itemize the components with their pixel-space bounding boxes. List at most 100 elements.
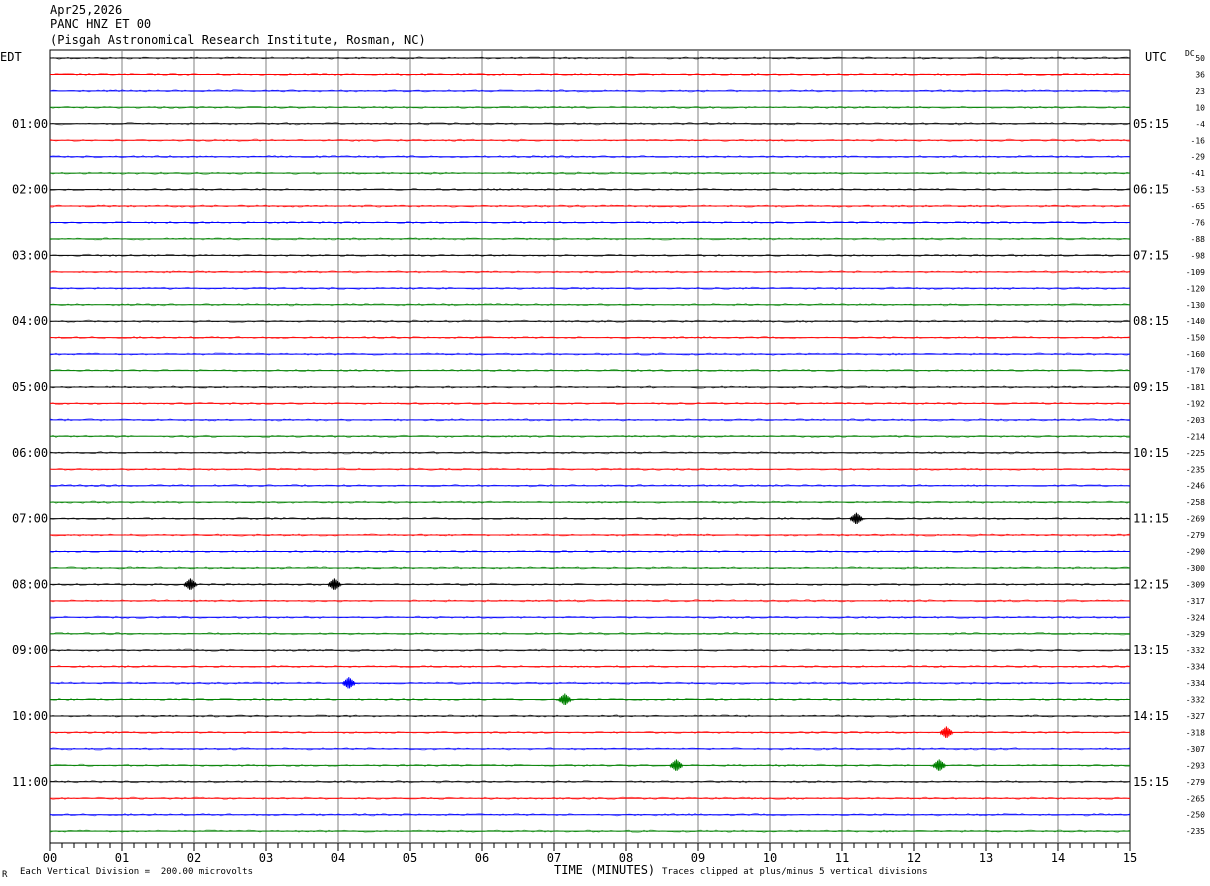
edt-hour-label: 04:00 [12, 314, 48, 328]
utc-hour-label: 13:15 [1133, 643, 1169, 657]
dc-offset-label: -265 [1186, 794, 1205, 803]
dc-offset-label: -279 [1186, 778, 1205, 787]
dc-offset-label: -98 [1191, 251, 1206, 260]
x-tick-label: 06 [475, 851, 489, 865]
x-tick-label: 05 [403, 851, 417, 865]
utc-hour-label: 08:15 [1133, 314, 1169, 328]
seismic-event [669, 759, 684, 771]
dc-offset-label: -29 [1191, 153, 1206, 162]
x-tick-label: 10 [763, 851, 777, 865]
dc-offset-label: -300 [1186, 564, 1205, 573]
utc-hour-label: 07:15 [1133, 248, 1169, 262]
dc-offset-label: 50 [1195, 54, 1205, 63]
seismic-event [557, 693, 572, 705]
x-tick-label: 09 [691, 851, 705, 865]
seismogram-chart: EDT UTC DC 01:00 02:00 03:00 04:00 05:00 06:00 07… [0, 49, 1206, 865]
utc-hour-label: 06:15 [1133, 183, 1169, 197]
dc-offset-label: -150 [1186, 334, 1205, 343]
dc-offset-label: -279 [1186, 531, 1205, 540]
dc-offset-label: -334 [1186, 679, 1205, 688]
trace-noise-18 [49, 352, 1131, 356]
x-tick-label: 12 [907, 851, 921, 865]
corner-mark: R [2, 870, 8, 880]
dc-label: DC [1185, 49, 1195, 58]
dc-offset-label: -293 [1186, 761, 1205, 770]
edt-hour-label: 05:00 [12, 380, 48, 394]
utc-hour-label: 05:15 [1133, 117, 1169, 131]
left-zone-label: EDT [0, 50, 22, 64]
dc-offset-label: -269 [1186, 515, 1205, 524]
utc-hour-label: 10:15 [1133, 446, 1169, 460]
x-tick-label: 11 [835, 851, 849, 865]
dc-offset-label: -235 [1186, 827, 1205, 836]
utc-hour-label: 11:15 [1133, 512, 1169, 526]
utc-hour-label: 09:15 [1133, 380, 1169, 394]
x-tick-label: 14 [1051, 851, 1065, 865]
dc-offset-label: -214 [1186, 432, 1205, 441]
dc-offset-label: 10 [1195, 103, 1205, 112]
edt-hour-label: 08:00 [12, 577, 48, 591]
vertical-division-note: Each Vertical Division = 200.00 microvol… [20, 867, 253, 877]
dc-offset-label: -140 [1186, 317, 1205, 326]
utc-hour-label: 14:15 [1133, 709, 1169, 723]
dc-offset-label: -307 [1186, 745, 1205, 754]
right-zone-label: UTC [1145, 50, 1167, 64]
edt-hour-label: 02:00 [12, 183, 48, 197]
dc-offset-label: -246 [1186, 482, 1205, 491]
dc-offset-label: -203 [1186, 416, 1205, 425]
dc-offset-label: -334 [1186, 663, 1205, 672]
edt-hour-label: 10:00 [12, 709, 48, 723]
seismic-event [939, 726, 954, 738]
x-tick-label: 02 [187, 851, 201, 865]
x-tick-label: 13 [979, 851, 993, 865]
utc-hour-label: 15:15 [1133, 775, 1169, 789]
dc-offset-label: -225 [1186, 449, 1205, 458]
x-tick-label: 15 [1123, 851, 1137, 865]
dc-offset-label: -317 [1186, 597, 1205, 606]
edt-hour-label: 07:00 [12, 512, 48, 526]
dc-offset-label: -109 [1186, 268, 1205, 277]
utc-hour-label: 12:15 [1133, 577, 1169, 591]
dc-offset-label: -250 [1186, 811, 1205, 820]
dc-offset-label: -192 [1186, 399, 1205, 408]
plot-border [49, 49, 1131, 844]
dc-offset-label: -4 [1195, 120, 1205, 129]
dc-offset-label: -76 [1191, 219, 1206, 228]
dc-offset-label: -65 [1191, 202, 1206, 211]
header-date: Apr25,2026 [50, 3, 123, 17]
edt-hour-label: 06:00 [12, 446, 48, 460]
dc-offset-label: -327 [1186, 712, 1205, 721]
dc-offset-label: -329 [1186, 630, 1205, 639]
x-tick-label: 01 [115, 851, 129, 865]
seismic-event [849, 512, 864, 524]
dc-offset-label: -170 [1186, 367, 1205, 376]
dc-offset-label: 36 [1195, 70, 1205, 79]
dc-offset-label: -41 [1191, 169, 1206, 178]
dc-offset-label: -332 [1186, 646, 1205, 655]
dc-offset-label: -309 [1186, 580, 1205, 589]
dc-offset-label: -258 [1186, 498, 1205, 507]
dc-offset-label: -235 [1186, 465, 1205, 474]
clip-note: Traces clipped at plus/minus 5 vertical … [662, 867, 928, 877]
dc-offset-label: -290 [1186, 548, 1205, 557]
dc-offset-label: -318 [1186, 728, 1205, 737]
dc-offset-label: 23 [1195, 87, 1205, 96]
x-tick-label: 00 [43, 851, 57, 865]
dc-offset-label: -88 [1191, 235, 1206, 244]
dc-offset-label: -160 [1186, 350, 1205, 359]
dc-offset-label: -181 [1186, 383, 1205, 392]
edt-hour-label: 09:00 [12, 643, 48, 657]
x-axis-title: TIME (MINUTES) [554, 863, 656, 877]
dc-offset-label: -332 [1186, 696, 1205, 705]
x-tick-label: 04 [331, 851, 345, 865]
edt-hour-label: 01:00 [12, 117, 48, 131]
dc-offset-label: -53 [1191, 186, 1206, 195]
dc-offset-label: -120 [1186, 284, 1205, 293]
dc-offset-label: -16 [1191, 136, 1206, 145]
x-tick-label: 03 [259, 851, 273, 865]
seismic-event [327, 578, 342, 590]
header-location: (Pisgah Astronomical Research Institute,… [50, 33, 426, 47]
seismic-event [932, 759, 947, 771]
header-station: PANC HNZ ET 00 [50, 17, 152, 31]
edt-hour-label: 11:00 [12, 775, 48, 789]
